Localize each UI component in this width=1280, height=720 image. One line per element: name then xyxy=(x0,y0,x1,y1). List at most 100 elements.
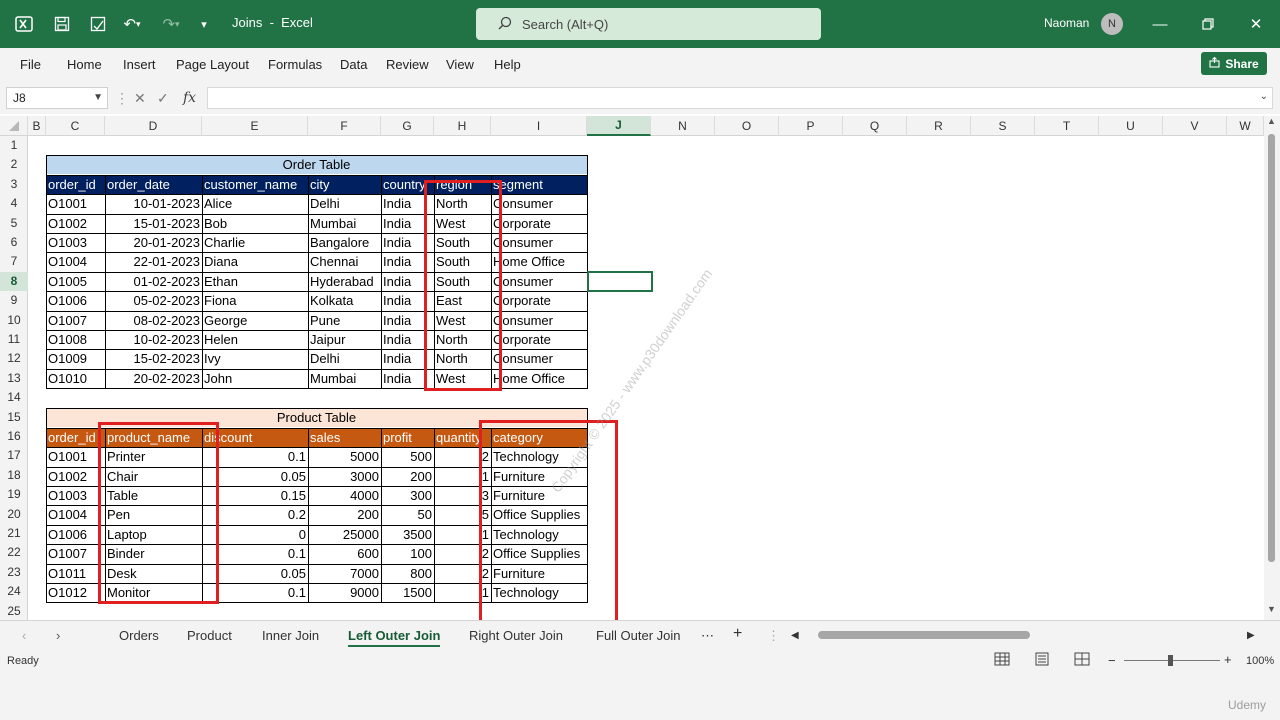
zoom-level[interactable]: 100% xyxy=(1246,655,1274,667)
row-header[interactable]: 23 xyxy=(0,563,28,582)
undo-icon[interactable]: ↶ ▾ xyxy=(116,12,148,36)
row-header[interactable]: 6 xyxy=(0,233,28,252)
zoom-slider-thumb[interactable] xyxy=(1168,655,1173,666)
column-header-t[interactable]: T xyxy=(1035,116,1099,136)
row-header[interactable]: 15 xyxy=(0,408,28,427)
column-header-u[interactable]: U xyxy=(1099,116,1163,136)
column-header-p[interactable]: P xyxy=(779,116,843,136)
zoom-out-icon[interactable]: − xyxy=(1108,653,1116,668)
column-header-q[interactable]: Q xyxy=(843,116,907,136)
row-header[interactable]: 7 xyxy=(0,252,28,271)
row-header[interactable]: 1 xyxy=(0,136,28,155)
row-header[interactable]: 21 xyxy=(0,524,28,543)
select-all-corner[interactable] xyxy=(0,116,28,136)
insert-function-icon[interactable]: fx xyxy=(183,90,196,106)
vertical-scrollbar[interactable]: ▲ ▼ xyxy=(1264,116,1280,620)
cancel-icon[interactable]: ✕ xyxy=(134,90,146,107)
zoom-in-icon[interactable]: + xyxy=(1224,652,1232,667)
row-header[interactable]: 12 xyxy=(0,349,28,368)
column-header-i[interactable]: I xyxy=(491,116,587,136)
row-header[interactable]: 16 xyxy=(0,427,28,446)
menu-review[interactable]: Review xyxy=(386,57,429,72)
column-header-f[interactable]: F xyxy=(308,116,381,136)
close-icon[interactable]: ✕ xyxy=(1246,14,1266,34)
avatar[interactable]: N xyxy=(1101,13,1123,35)
column-header-b[interactable]: B xyxy=(28,116,46,136)
menu-page-layout[interactable]: Page Layout xyxy=(176,57,249,72)
column-header-h[interactable]: H xyxy=(434,116,491,136)
more-sheets-icon[interactable]: ⋯ xyxy=(701,628,714,644)
expand-formula-icon[interactable]: ⌄ xyxy=(1260,91,1268,102)
column-header-s[interactable]: S xyxy=(971,116,1035,136)
tab-scroll-right-icon[interactable]: › xyxy=(56,628,60,643)
more-options-icon[interactable]: ⋮ xyxy=(115,90,129,107)
row-header[interactable]: 20 xyxy=(0,505,28,524)
column-header-j[interactable]: J xyxy=(587,116,651,136)
hscroll-left-icon[interactable]: ◀ xyxy=(791,630,799,641)
enter-icon[interactable]: ✓ xyxy=(157,90,169,107)
row-header[interactable]: 2 xyxy=(0,155,28,174)
tab-product[interactable]: Product xyxy=(187,628,232,643)
formula-input[interactable]: ⌄ xyxy=(207,87,1273,109)
user-name[interactable]: Naoman xyxy=(1044,16,1089,30)
column-header-n[interactable]: N xyxy=(651,116,715,136)
row-header-active[interactable]: 8 xyxy=(0,271,28,291)
row-header[interactable]: 9 xyxy=(0,291,28,310)
page-layout-view-icon[interactable] xyxy=(1034,652,1050,669)
chevron-down-icon[interactable]: ▼ xyxy=(93,88,103,108)
minimize-icon[interactable]: — xyxy=(1150,14,1170,34)
tab-full-outer-join[interactable]: Full Outer Join xyxy=(596,628,681,643)
splitter-icon[interactable]: ⋮ xyxy=(767,628,780,644)
column-header-r[interactable]: R xyxy=(907,116,971,136)
restore-icon[interactable] xyxy=(1198,14,1218,34)
row-header[interactable]: 4 xyxy=(0,194,28,213)
tab-right-outer-join[interactable]: Right Outer Join xyxy=(469,628,563,643)
save-icon[interactable] xyxy=(50,12,74,36)
add-sheet-icon[interactable]: + xyxy=(733,625,742,643)
row-header[interactable]: 14 xyxy=(0,388,28,407)
row-header[interactable]: 19 xyxy=(0,485,28,504)
row-header[interactable]: 5 xyxy=(0,214,28,233)
column-header-d[interactable]: D xyxy=(105,116,202,136)
menu-file[interactable]: File xyxy=(20,57,41,72)
selected-cell-outline[interactable] xyxy=(587,271,653,292)
page-break-view-icon[interactable] xyxy=(1074,652,1090,669)
row-header[interactable]: 10 xyxy=(0,311,28,330)
tab-orders[interactable]: Orders xyxy=(119,628,159,643)
column-header-v[interactable]: V xyxy=(1163,116,1227,136)
row-header[interactable]: 13 xyxy=(0,369,28,388)
search-box[interactable]: Search (Alt+Q) xyxy=(476,8,821,40)
scroll-down-icon[interactable]: ▼ xyxy=(1267,604,1276,614)
redo-icon[interactable]: ↷ ▾ xyxy=(156,12,186,36)
column-header-g[interactable]: G xyxy=(381,116,434,136)
row-header[interactable]: 11 xyxy=(0,330,28,349)
share-button[interactable]: Share xyxy=(1201,52,1267,75)
column-header-e[interactable]: E xyxy=(202,116,308,136)
normal-view-icon[interactable] xyxy=(994,652,1010,669)
horizontal-scroll-thumb[interactable] xyxy=(818,631,1030,639)
menu-formulas[interactable]: Formulas xyxy=(268,57,322,72)
name-box[interactable]: J8 ▼ xyxy=(6,87,108,109)
column-header-c[interactable]: C xyxy=(46,116,105,136)
row-header[interactable]: 17 xyxy=(0,446,28,465)
tab-left-outer-join[interactable]: Left Outer Join xyxy=(348,628,441,647)
hscroll-right-icon[interactable]: ▶ xyxy=(1247,630,1255,641)
menu-insert[interactable]: Insert xyxy=(123,57,156,72)
autosave-form-icon[interactable] xyxy=(86,12,110,36)
row-header[interactable]: 3 xyxy=(0,175,28,194)
worksheet-grid[interactable]: Order Table order_id order_date customer… xyxy=(28,136,1264,642)
tab-inner-join[interactable]: Inner Join xyxy=(262,628,319,643)
menu-help[interactable]: Help xyxy=(494,57,521,72)
vertical-scroll-thumb[interactable] xyxy=(1268,134,1275,562)
row-header[interactable]: 18 xyxy=(0,466,28,485)
menu-data[interactable]: Data xyxy=(340,57,367,72)
tab-scroll-left-icon[interactable]: ‹ xyxy=(22,628,26,643)
row-header[interactable]: 22 xyxy=(0,543,28,562)
customize-toolbar-icon[interactable]: ▾ xyxy=(192,12,216,36)
menu-home[interactable]: Home xyxy=(67,57,102,72)
scroll-up-icon[interactable]: ▲ xyxy=(1267,116,1276,126)
column-header-w[interactable]: W xyxy=(1227,116,1264,136)
row-header[interactable]: 25 xyxy=(0,602,28,621)
row-header[interactable]: 24 xyxy=(0,582,28,601)
menu-view[interactable]: View xyxy=(446,57,474,72)
